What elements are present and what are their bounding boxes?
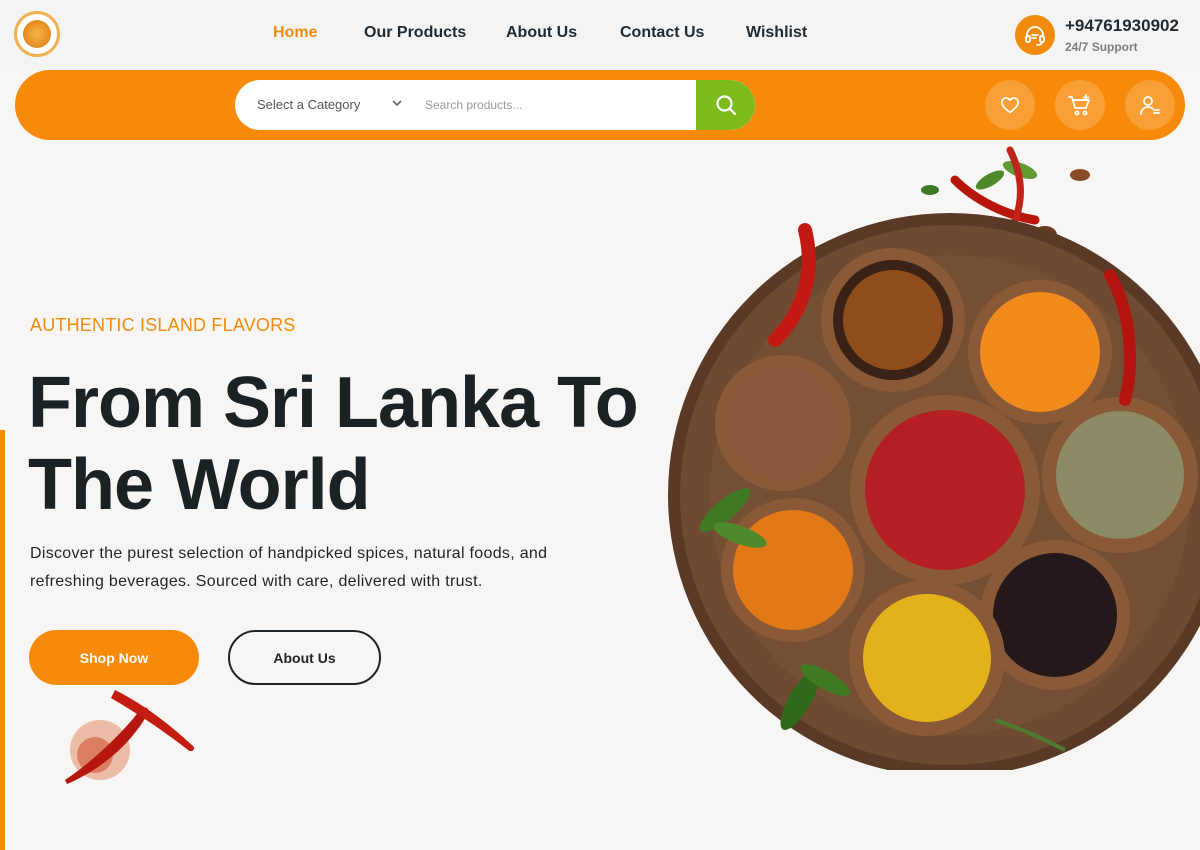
nav-about-us[interactable]: About Us	[506, 24, 577, 42]
user-icon	[1140, 96, 1160, 115]
search-button[interactable]	[696, 80, 755, 130]
headset-icon	[1015, 15, 1055, 55]
hero-headline-line1: From Sri Lanka To	[28, 363, 639, 443]
hero-eyebrow: AUTHENTIC ISLAND FLAVORS	[30, 315, 296, 335]
hero-headline-line2: The World	[28, 445, 371, 525]
nav-home[interactable]: Home	[273, 24, 317, 42]
top-header: Home Our Products About Us Contact Us Wi…	[0, 0, 1200, 70]
hero-description: Discover the purest selection of handpic…	[30, 540, 630, 596]
account-button[interactable]	[1125, 80, 1175, 130]
left-accent-bar	[0, 430, 5, 850]
hero-description-line1: Discover the purest selection of handpic…	[30, 545, 548, 562]
cart-button[interactable]	[1055, 80, 1105, 130]
search-box: Select a Category	[235, 80, 755, 130]
nav-wishlist[interactable]: Wishlist	[746, 24, 807, 42]
support-label: 24/7 Support	[1065, 40, 1138, 54]
nav-contact-us[interactable]: Contact Us	[620, 24, 704, 42]
search-icon	[715, 95, 736, 116]
nav-our-products[interactable]: Our Products	[364, 24, 466, 42]
about-us-button[interactable]: About Us	[228, 630, 381, 685]
search-input[interactable]	[425, 92, 690, 118]
spice-bowls-image	[668, 146, 1200, 770]
chevron-down-icon[interactable]	[390, 96, 404, 115]
logo-emblem	[23, 20, 51, 48]
category-select[interactable]: Select a Category	[257, 97, 360, 112]
hero-description-line2: refreshing beverages. Sourced with care,…	[30, 573, 483, 590]
hero-headline: From Sri Lanka To The World	[28, 362, 708, 526]
site-logo[interactable]	[14, 11, 60, 57]
support-phone[interactable]: +94761930902	[1065, 16, 1179, 36]
wishlist-button[interactable]	[985, 80, 1035, 130]
shop-now-button[interactable]: Shop Now	[29, 630, 199, 685]
chili-illustration	[65, 690, 195, 784]
heart-icon	[1000, 97, 1020, 114]
cart-icon	[1068, 94, 1090, 116]
